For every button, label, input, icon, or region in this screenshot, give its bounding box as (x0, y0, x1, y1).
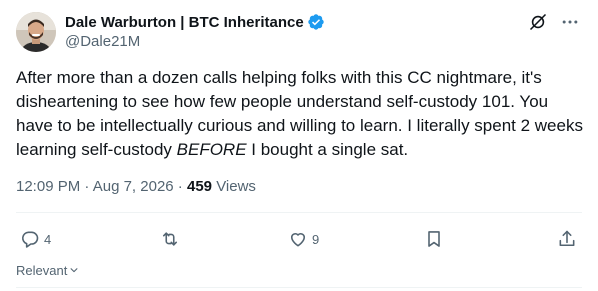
divider (16, 212, 582, 213)
reply-icon (22, 231, 39, 248)
views-label: Views (216, 178, 256, 195)
meta-separator: · (80, 178, 93, 195)
like-button[interactable]: 9 (288, 229, 319, 249)
retweet-button[interactable] (160, 229, 184, 249)
tweet-time[interactable]: 12:09 PM (16, 178, 80, 195)
tweet-text: After more than a dozen calls helping fo… (16, 66, 584, 162)
replies-sort-dropdown[interactable]: Relevant (16, 263, 79, 278)
tweet-text-emphasis: BEFORE (176, 140, 247, 159)
share-icon (559, 230, 575, 247)
replies-sort-label: Relevant (16, 263, 68, 278)
like-count: 9 (312, 231, 320, 247)
tweet-text-end: I bought a single sat. (246, 140, 409, 159)
divider (16, 287, 582, 288)
chevron-down-icon (69, 263, 79, 278)
reply-button[interactable]: 4 (20, 229, 51, 249)
author-name-row[interactable]: Dale Warburton | BTC Inheritance (65, 12, 325, 32)
more-options-icon[interactable] (560, 12, 580, 32)
bookmark-icon (428, 231, 440, 247)
grok-icon[interactable] (528, 12, 548, 32)
author-handle[interactable]: @Dale21M (65, 33, 140, 50)
meta-separator: · (173, 178, 187, 195)
verified-badge-icon (307, 13, 325, 31)
reply-count: 4 (44, 231, 52, 247)
tweet-action-bar: 4 9 (16, 226, 582, 252)
tweet-date[interactable]: Aug 7, 2026 (93, 178, 174, 195)
bookmark-button[interactable] (424, 229, 444, 249)
tweet-meta: 12:09 PM · Aug 7, 2026 · 459 Views (16, 178, 256, 195)
heart-icon (290, 233, 306, 247)
avatar[interactable] (16, 12, 56, 52)
share-button[interactable] (557, 229, 577, 249)
views-count[interactable]: 459 (187, 178, 212, 195)
retweet-icon (162, 232, 178, 246)
tweet-top-actions (528, 12, 580, 32)
author-display-name[interactable]: Dale Warburton | BTC Inheritance (65, 14, 304, 31)
